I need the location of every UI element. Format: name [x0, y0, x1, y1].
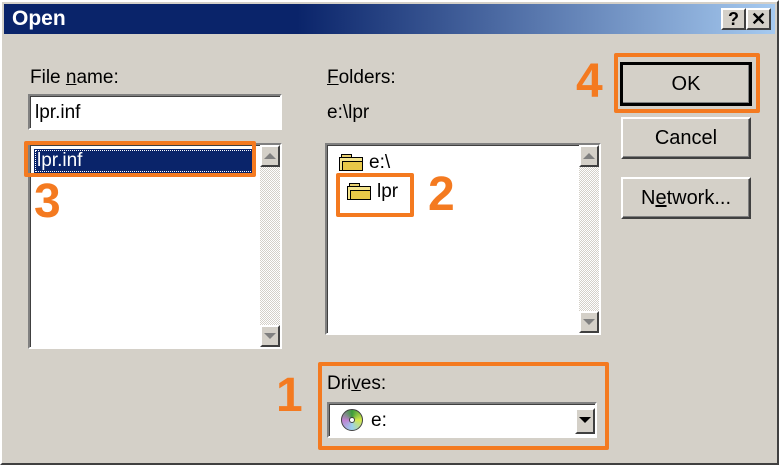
window-title: Open	[12, 7, 66, 30]
file-list-scrollbar[interactable]	[260, 145, 280, 347]
help-button[interactable]: ?	[721, 8, 746, 30]
ok-button-highlight	[614, 53, 760, 113]
drives-highlight	[318, 362, 609, 450]
folder-tree[interactable]: e:\ lpr	[325, 143, 601, 335]
scroll-down-button[interactable]	[260, 325, 280, 347]
scroll-up-button[interactable]	[579, 145, 599, 167]
scroll-down-button[interactable]	[579, 311, 599, 333]
tree-item-label: e:\	[369, 152, 391, 173]
arrow-down-icon	[583, 319, 595, 325]
arrow-up-icon	[583, 153, 595, 159]
folders-label: Folders:	[327, 67, 396, 88]
tree-item-root[interactable]: e:\	[339, 151, 409, 175]
close-icon: ✕	[750, 9, 767, 29]
step-2-marker: 2	[428, 168, 455, 221]
title-bar[interactable]: Open ? ✕	[4, 4, 775, 34]
open-folder-icon	[339, 154, 363, 171]
arrow-down-icon	[264, 333, 276, 339]
scroll-up-button[interactable]	[260, 145, 280, 167]
folder-tree-scrollbar[interactable]	[579, 145, 599, 333]
cancel-button[interactable]: Cancel	[621, 117, 751, 159]
arrow-up-icon	[264, 153, 276, 159]
file-item-highlight	[24, 141, 256, 177]
help-icon: ?	[728, 9, 739, 29]
step-3-marker: 3	[34, 175, 61, 228]
close-button[interactable]: ✕	[746, 8, 771, 30]
file-name-input[interactable]: lpr.inf	[28, 94, 282, 130]
current-path: e:\lpr	[327, 102, 370, 123]
step-4-marker: 4	[576, 55, 603, 108]
file-name-value: lpr.inf	[35, 102, 81, 123]
lpr-folder-highlight	[336, 173, 414, 217]
network-button[interactable]: Network...	[621, 177, 751, 219]
step-1-marker: 1	[276, 369, 303, 422]
file-name-label: File name:	[30, 67, 119, 88]
